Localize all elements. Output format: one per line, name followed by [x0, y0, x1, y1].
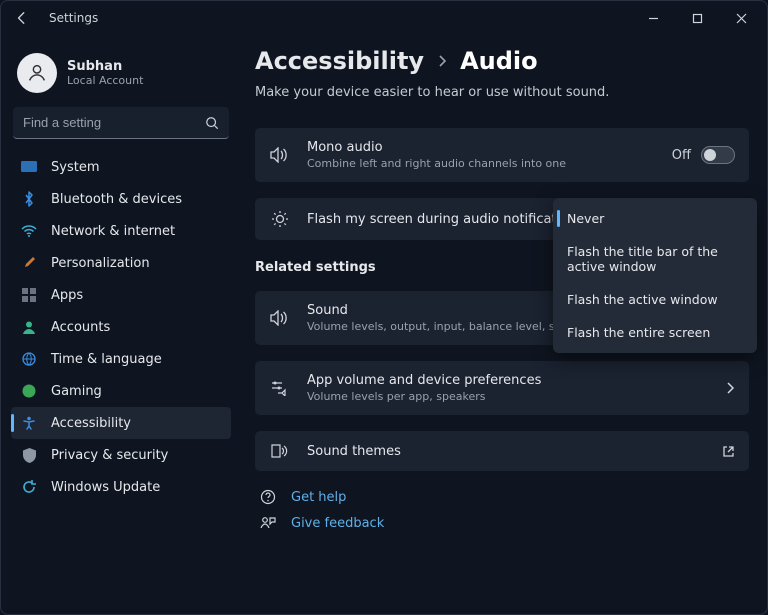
page-subtitle: Make your device easier to hear or use w…: [255, 85, 749, 100]
mono-audio-toggle[interactable]: [701, 146, 735, 164]
mixer-icon: [269, 380, 291, 396]
sidebar-item-label: Gaming: [51, 384, 102, 399]
window-controls: [633, 1, 767, 35]
sidebar-item-network[interactable]: Network & internet: [11, 215, 231, 247]
window-title: Settings: [49, 11, 98, 25]
dropdown-item[interactable]: Flash the entire screen: [553, 316, 757, 349]
help-icon: [259, 489, 277, 505]
breadcrumb-parent[interactable]: Accessibility: [255, 47, 424, 75]
sidebar: Subhan Local Account System Bluetooth & …: [1, 41, 241, 614]
sidebar-item-label: Accounts: [51, 320, 110, 335]
app-volume-card[interactable]: App volume and device preferences Volume…: [255, 361, 749, 415]
mono-audio-state: Off: [672, 148, 691, 163]
bluetooth-icon: [21, 191, 37, 207]
dropdown-item[interactable]: Flash the title bar of the active window: [553, 235, 757, 283]
search-icon: [205, 116, 219, 130]
chevron-right-icon: [436, 55, 448, 67]
sidebar-item-gaming[interactable]: Gaming: [11, 375, 231, 407]
sidebar-item-time-language[interactable]: Time & language: [11, 343, 231, 375]
close-button[interactable]: [721, 3, 761, 33]
sidebar-item-accounts[interactable]: Accounts: [11, 311, 231, 343]
speaker-icon: [269, 147, 291, 163]
appvol-title: App volume and device preferences: [307, 373, 709, 388]
sidebar-item-label: Windows Update: [51, 480, 160, 495]
shield-icon: [21, 447, 37, 463]
search-input[interactable]: [13, 107, 229, 139]
chevron-right-icon: [725, 382, 735, 394]
sidebar-item-windows-update[interactable]: Windows Update: [11, 471, 231, 503]
sidebar-item-bluetooth[interactable]: Bluetooth & devices: [11, 183, 231, 215]
avatar: [17, 53, 57, 93]
dropdown-item[interactable]: Never: [553, 202, 757, 235]
apps-icon: [21, 287, 37, 303]
sidebar-item-label: Bluetooth & devices: [51, 192, 182, 207]
nav-list: System Bluetooth & devices Network & int…: [11, 151, 231, 503]
display-icon: [21, 159, 37, 175]
dropdown-item[interactable]: Flash the active window: [553, 283, 757, 316]
get-help-link[interactable]: Get help: [255, 489, 749, 505]
speaker-icon: [269, 310, 291, 326]
update-icon: [21, 479, 37, 495]
search-box[interactable]: [13, 107, 229, 139]
open-external-icon: [722, 445, 735, 458]
appvol-sub: Volume levels per app, speakers: [307, 390, 709, 403]
sidebar-item-label: Privacy & security: [51, 448, 168, 463]
user-account-type: Local Account: [67, 74, 143, 87]
accessibility-icon: [21, 415, 37, 431]
sidebar-item-label: Network & internet: [51, 224, 175, 239]
feedback-icon: [259, 515, 277, 531]
user-block[interactable]: Subhan Local Account: [11, 47, 231, 107]
get-help-label: Get help: [291, 490, 346, 505]
sidebar-item-label: System: [51, 160, 99, 175]
help-links: Get help Give feedback: [255, 489, 749, 531]
breadcrumb-current: Audio: [460, 47, 538, 75]
sidebar-item-system[interactable]: System: [11, 151, 231, 183]
xbox-icon: [21, 383, 37, 399]
maximize-button[interactable]: [677, 3, 717, 33]
sound-themes-card[interactable]: Sound themes: [255, 431, 749, 471]
wifi-icon: [21, 223, 37, 239]
back-icon[interactable]: [15, 11, 29, 25]
sidebar-item-privacy[interactable]: Privacy & security: [11, 439, 231, 471]
sidebar-item-personalization[interactable]: Personalization: [11, 247, 231, 279]
sidebar-item-label: Apps: [51, 288, 83, 303]
breadcrumb: Accessibility Audio: [255, 47, 749, 75]
sidebar-item-label: Time & language: [51, 352, 162, 367]
minimize-button[interactable]: [633, 3, 673, 33]
globe-icon: [21, 351, 37, 367]
themes-title: Sound themes: [307, 444, 706, 459]
sidebar-item-label: Personalization: [51, 256, 150, 271]
sidebar-item-accessibility[interactable]: Accessibility: [11, 407, 231, 439]
give-feedback-link[interactable]: Give feedback: [255, 515, 749, 531]
mono-audio-sub: Combine left and right audio channels in…: [307, 157, 656, 170]
sidebar-item-label: Accessibility: [51, 416, 131, 431]
sound-theme-icon: [269, 443, 291, 459]
sidebar-item-apps[interactable]: Apps: [11, 279, 231, 311]
person-icon: [21, 319, 37, 335]
mono-audio-title: Mono audio: [307, 140, 656, 155]
paintbrush-icon: [21, 255, 37, 271]
user-name: Subhan: [67, 59, 143, 74]
mono-audio-card[interactable]: Mono audio Combine left and right audio …: [255, 128, 749, 182]
flash-dropdown[interactable]: Never Flash the title bar of the active …: [553, 198, 757, 353]
give-feedback-label: Give feedback: [291, 516, 384, 531]
brightness-icon: [269, 210, 291, 228]
